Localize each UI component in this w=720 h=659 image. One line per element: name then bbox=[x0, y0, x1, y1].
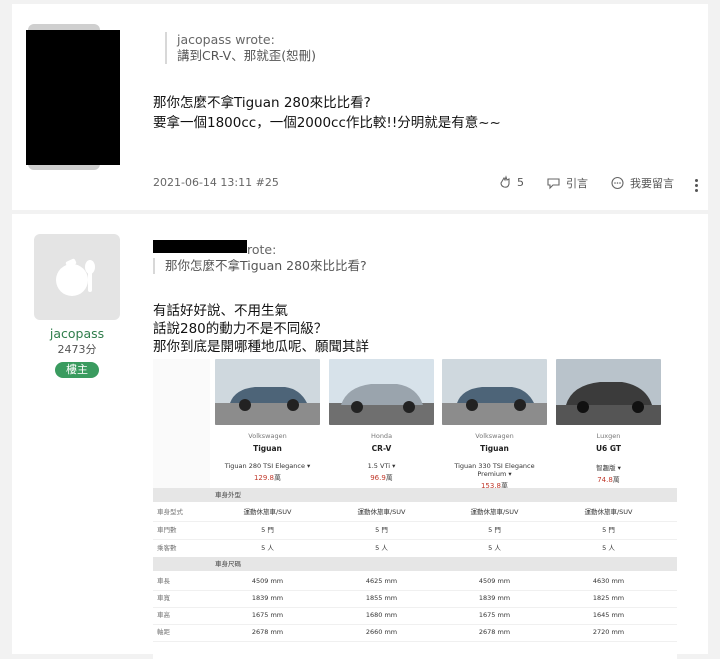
trim-select[interactable]: 智趣版 ▾ bbox=[556, 462, 661, 472]
car-photo bbox=[556, 359, 661, 425]
trim-select[interactable]: Tiguan 330 TSI Elegance Premium ▾ bbox=[442, 462, 547, 478]
car-model: Tiguan bbox=[253, 444, 282, 453]
quote-block: jacopass wrote: 講到CR-V、那就歪(恕刪) bbox=[165, 32, 316, 64]
spec-row: 車高 1675 mm 1680 mm 1675 mm 1645 mm bbox=[153, 607, 677, 625]
post-body-line: 那你怎麼不拿Tiguan 280來比比看? bbox=[153, 95, 371, 111]
more-menu-icon[interactable] bbox=[695, 177, 699, 194]
car-column: Honda CR-V 1.5 VTi ▾ 96.9萬 bbox=[329, 359, 434, 493]
clap-icon bbox=[500, 175, 510, 188]
spec-row: 車門數 5 門 5 門 5 門 5 門 bbox=[153, 522, 677, 540]
trim-select[interactable]: Tiguan 280 TSI Elegance ▾ bbox=[215, 462, 320, 470]
post-body-line: 要拿一個1800cc，一個2000cc作比較!!分明就是有意~~ bbox=[153, 115, 501, 131]
car-model: Tiguan bbox=[480, 444, 509, 453]
spec-row: 車長 4509 mm 4625 mm 4509 mm 4630 mm bbox=[153, 573, 677, 591]
original-poster-badge: 樓主 bbox=[55, 362, 99, 378]
like-count: 5 bbox=[517, 175, 524, 189]
quote-button[interactable]: 引言 bbox=[546, 175, 588, 191]
post-body: 有話好好說、不用生氣 話說280的動力不是不同級？ 那你到底是開哪種地瓜呢、願聞… bbox=[153, 302, 369, 356]
default-avatar-icon bbox=[56, 258, 95, 296]
quote-author: jacopass wrote: bbox=[177, 32, 275, 47]
quote-icon bbox=[547, 178, 560, 190]
quote-text: 那你怎麼不拿Tiguan 280來比比看? bbox=[165, 258, 367, 273]
quote-label: 引言 bbox=[566, 177, 588, 190]
car-column: Volkswagen Tiguan Tiguan 330 TSI Eleganc… bbox=[442, 359, 547, 493]
reply-button[interactable]: 我要留言 bbox=[610, 175, 674, 191]
redacted-avatar bbox=[26, 30, 120, 165]
quote-author: rote: bbox=[247, 242, 277, 257]
car-column: Luxgen U6 GT 智趣版 ▾ 74.8萬 bbox=[556, 359, 661, 493]
car-price: 129.8萬 bbox=[253, 474, 282, 482]
car-brand: Luxgen bbox=[596, 432, 621, 440]
post-25: jacopass wrote: 講到CR-V、那就歪(恕刪) 那你怎麼不拿Tig… bbox=[12, 4, 708, 210]
car-brand: Honda bbox=[370, 432, 393, 440]
car-photo bbox=[215, 359, 320, 425]
trim-select[interactable]: 1.5 VTi ▾ bbox=[329, 462, 434, 470]
post-body-line: 那你到底是開哪種地瓜呢、願聞其詳 bbox=[153, 339, 369, 355]
car-column: Volkswagen Tiguan Tiguan 280 TSI Eleganc… bbox=[215, 359, 320, 493]
comparison-label-column bbox=[153, 359, 210, 493]
car-photo bbox=[329, 359, 434, 425]
spec-row: 軸距 2678 mm 2660 mm 2678 mm 2720 mm bbox=[153, 624, 677, 642]
quote-block: rote: bbox=[153, 242, 276, 258]
author-name[interactable]: jacopass bbox=[27, 326, 127, 341]
author-score: 2473分 bbox=[57, 343, 97, 356]
post-timestamp[interactable]: 2021-06-14 13:11 #25 bbox=[153, 176, 279, 189]
post-body-line: 有話好好說、不用生氣 bbox=[153, 303, 288, 319]
section-header: 車身外型 bbox=[153, 488, 677, 502]
post-26: jacopass 2473分 樓主 rote: 那你怎麼不拿Tiguan 280… bbox=[12, 214, 708, 659]
like-button[interactable]: 5 bbox=[498, 175, 524, 189]
post-body-line: 話說280的動力不是不同級？ bbox=[153, 321, 328, 337]
car-model: CR-V bbox=[371, 444, 392, 453]
car-photo bbox=[442, 359, 547, 425]
spec-row: 乘客數 5 人 5 人 5 人 5 人 bbox=[153, 540, 677, 558]
quote-text-block: 那你怎麼不拿Tiguan 280來比比看? bbox=[153, 258, 367, 274]
spec-row: 車寬 1839 mm 1855 mm 1839 mm 1825 mm bbox=[153, 590, 677, 608]
car-price: 74.8萬 bbox=[597, 476, 620, 484]
quote-text: 講到CR-V、那就歪(恕刪) bbox=[177, 48, 316, 63]
car-brand: Volkswagen bbox=[475, 432, 514, 440]
post-body: 那你怎麼不拿Tiguan 280來比比看? 要拿一個1800cc，一個2000c… bbox=[153, 93, 501, 133]
comment-icon bbox=[611, 176, 624, 190]
car-comparison-image[interactable]: Volkswagen Tiguan Tiguan 280 TSI Eleganc… bbox=[153, 359, 677, 659]
spec-row: 車身型式 運動休旅車/SUV 運動休旅車/SUV 運動休旅車/SUV 運動休旅車… bbox=[153, 504, 677, 522]
car-model: U6 GT bbox=[595, 444, 622, 453]
car-brand: Volkswagen bbox=[248, 432, 287, 440]
section-header: 車身尺碼 bbox=[153, 557, 677, 571]
car-price: 96.9萬 bbox=[370, 474, 393, 482]
reply-label: 我要留言 bbox=[630, 177, 674, 190]
avatar[interactable] bbox=[34, 234, 120, 320]
